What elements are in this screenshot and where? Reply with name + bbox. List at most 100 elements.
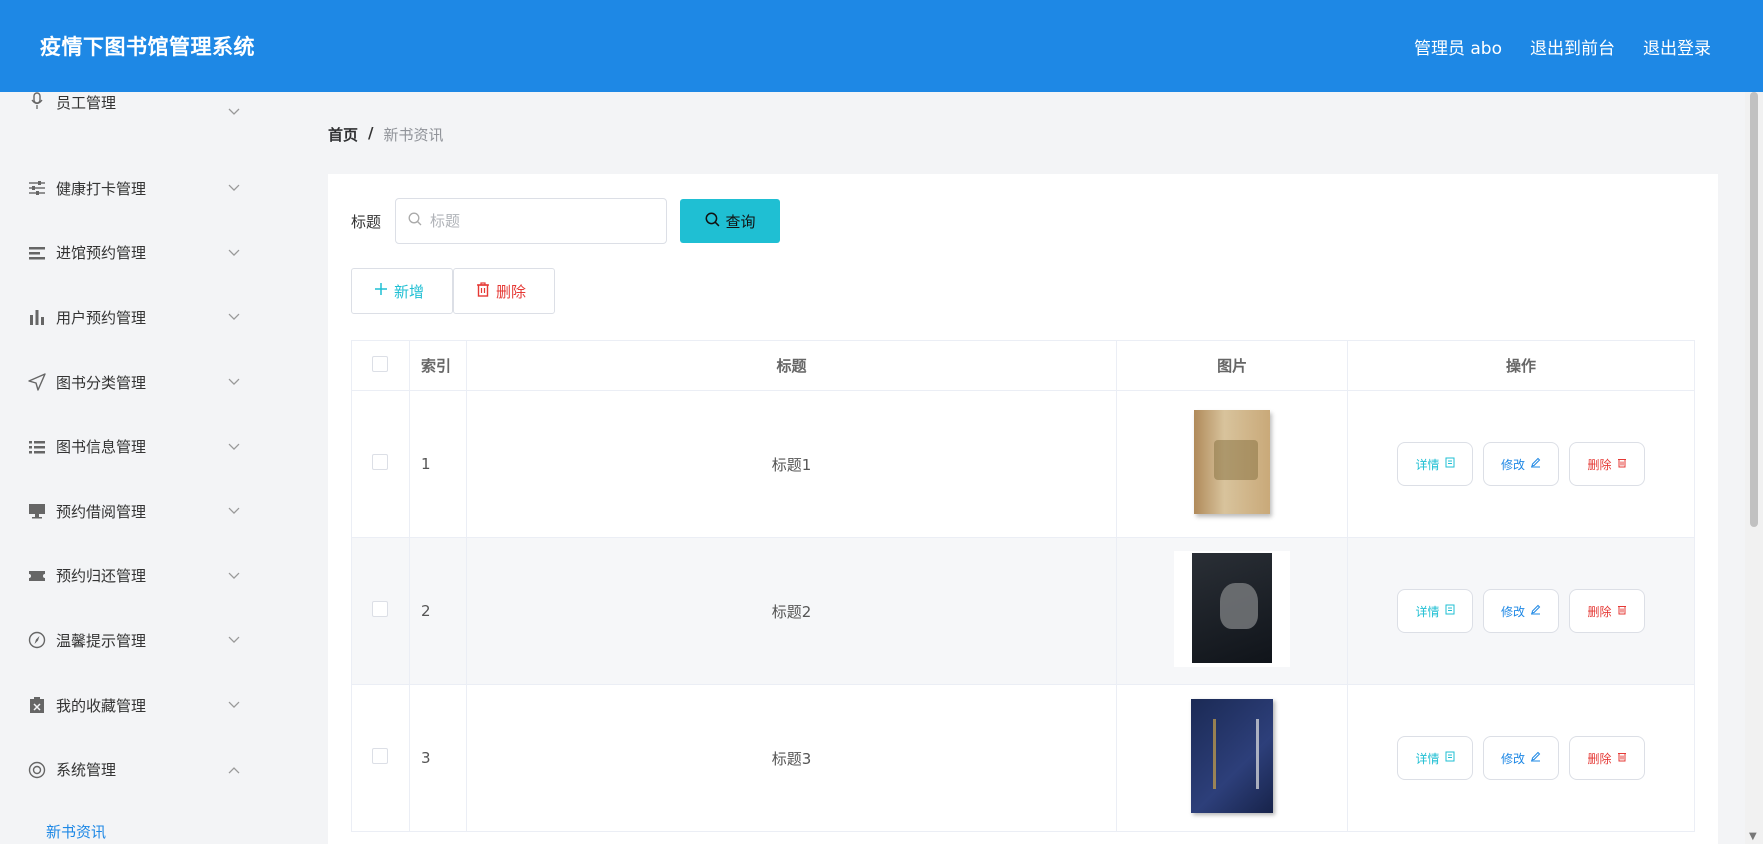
query-button[interactable]: 查询 xyxy=(680,199,781,243)
row-image-cell xyxy=(1116,390,1349,538)
sidebar-item-label: 预约归还管理 xyxy=(56,567,147,586)
bar-chart-icon xyxy=(28,308,46,326)
chevron-down-icon xyxy=(228,178,240,196)
logout-link[interactable]: 退出登录 xyxy=(1643,34,1711,59)
sidebar-item-borrow-reservation[interactable]: 预约借阅管理 xyxy=(0,479,300,544)
query-button-label: 查询 xyxy=(725,213,756,231)
row-index: 2 xyxy=(408,537,467,685)
row-ops-cell: 详情 修改 删除 xyxy=(1347,390,1695,538)
sidebar-item-return-reservation[interactable]: 预约归还管理 xyxy=(0,544,300,609)
app-title: 疫情下图书馆管理系统 xyxy=(40,35,255,59)
search-form: 标题 查询 xyxy=(351,198,781,244)
detail-label: 详情 xyxy=(1415,604,1440,619)
action-bar: 新增 删除 xyxy=(351,268,555,314)
breadcrumb-home[interactable]: 首页 xyxy=(328,124,358,145)
chevron-down-icon xyxy=(228,437,240,455)
list-ordered-icon xyxy=(28,438,46,456)
row-title: 标题1 xyxy=(465,390,1118,538)
chevron-down-icon xyxy=(228,243,240,261)
scroll-down-arrow-icon[interactable]: ▼ xyxy=(1749,831,1757,842)
delete-label: 删除 xyxy=(1587,457,1612,472)
sidebar-item-label: 员工管理 xyxy=(56,94,117,112)
sidebar-item-health-checkin[interactable]: 健康打卡管理 xyxy=(0,156,300,221)
monitor-icon xyxy=(28,502,46,520)
detail-button[interactable]: 详情 xyxy=(1397,589,1474,633)
chevron-down-icon xyxy=(228,372,240,390)
sidebar-item-label: 图书信息管理 xyxy=(56,438,147,457)
current-user[interactable]: 管理员 abo xyxy=(1414,34,1502,59)
sidebar-item-visit-reservation[interactable]: 进馆预约管理 xyxy=(0,221,300,286)
exit-to-front-link[interactable]: 退出到前台 xyxy=(1530,34,1615,59)
edit-button[interactable]: 修改 xyxy=(1483,589,1560,633)
search-field[interactable] xyxy=(395,198,668,244)
chevron-down-icon xyxy=(228,631,240,649)
lifebuoy-icon xyxy=(28,761,46,779)
table-header-row: 索引 标题 图片 操作 xyxy=(351,340,1695,391)
document-icon xyxy=(1445,457,1455,471)
search-input[interactable] xyxy=(430,212,651,230)
breadcrumb-separator: / xyxy=(368,124,374,142)
row-checkbox[interactable] xyxy=(372,748,389,764)
compass-icon xyxy=(28,631,46,649)
select-all-cell xyxy=(351,340,410,391)
main-content: 首页 / 新书资讯 标题 查询 xyxy=(300,92,1745,844)
edit-label: 修改 xyxy=(1501,751,1526,766)
table-row: 1 标题1 详情 修改 删除 xyxy=(351,390,1695,538)
sidebar-item-book-category[interactable]: 图书分类管理 xyxy=(0,350,300,415)
list-icon xyxy=(28,244,46,262)
breadcrumb: 首页 / 新书资讯 xyxy=(328,124,444,145)
row-index: 3 xyxy=(408,684,467,832)
add-button[interactable]: 新增 xyxy=(351,268,453,314)
pencil-icon xyxy=(1530,604,1541,618)
content-card: 标题 查询 新增 xyxy=(328,174,1718,844)
vertical-scrollbar[interactable]: ▼ xyxy=(1745,92,1763,844)
top-header: 疫情下图书馆管理系统 管理员 abo 退出到前台 退出登录 xyxy=(0,0,1763,92)
chevron-down-icon xyxy=(228,695,240,713)
chevron-down-icon xyxy=(228,308,240,326)
detail-button[interactable]: 详情 xyxy=(1397,736,1474,780)
sidebar-subitem-new-books[interactable]: 新书资讯 xyxy=(0,802,300,844)
add-button-label: 新增 xyxy=(394,283,425,301)
delete-button-label: 删除 xyxy=(496,283,527,301)
plus-icon xyxy=(374,282,388,300)
header-image: 图片 xyxy=(1116,340,1349,391)
header-index: 索引 xyxy=(408,340,467,391)
edit-button[interactable]: 修改 xyxy=(1483,442,1560,486)
select-all-checkbox[interactable] xyxy=(372,355,389,372)
row-image-cell xyxy=(1116,684,1349,832)
sidebar-item-favorites[interactable]: 我的收藏管理 xyxy=(0,673,300,738)
clipboard-icon xyxy=(28,696,46,714)
detail-button[interactable]: 详情 xyxy=(1397,442,1474,486)
row-title: 标题2 xyxy=(465,537,1118,685)
row-delete-button[interactable]: 删除 xyxy=(1569,589,1646,633)
search-icon xyxy=(705,212,720,231)
row-delete-button[interactable]: 删除 xyxy=(1569,442,1646,486)
detail-label: 详情 xyxy=(1415,751,1440,766)
sidebar-item-system[interactable]: 系统管理 xyxy=(0,737,300,802)
row-checkbox[interactable] xyxy=(372,454,389,470)
sidebar-item-label: 健康打卡管理 xyxy=(56,179,147,198)
delete-label: 删除 xyxy=(1587,751,1612,766)
sidebar-item-label: 用户预约管理 xyxy=(56,308,147,327)
trash-icon xyxy=(1617,751,1627,765)
sidebar-item-label: 图书分类管理 xyxy=(56,373,147,392)
sidebar-item-user-reservation[interactable]: 用户预约管理 xyxy=(0,285,300,350)
sidebar-item-tips[interactable]: 温馨提示管理 xyxy=(0,608,300,673)
row-checkbox[interactable] xyxy=(372,601,389,617)
scrollbar-thumb[interactable] xyxy=(1750,92,1758,527)
row-checkbox-cell xyxy=(351,537,410,685)
sidebar-item-book-info[interactable]: 图书信息管理 xyxy=(0,414,300,479)
sidebar: 员工管理 健康打卡管理 进馆预约管理 用户预约管理 图书分类管理 图书信息管理 … xyxy=(0,92,300,844)
batch-delete-button[interactable]: 删除 xyxy=(453,268,555,314)
row-ops-cell: 详情 修改 删除 xyxy=(1347,684,1695,832)
book-cover-image xyxy=(1194,410,1271,514)
delete-label: 删除 xyxy=(1587,604,1612,619)
sidebar-item-staff[interactable]: 员工管理 xyxy=(0,92,300,126)
table-row: 3 标题3 详情 修改 删除 xyxy=(351,684,1695,832)
search-label: 标题 xyxy=(351,212,382,231)
row-delete-button[interactable]: 删除 xyxy=(1569,736,1646,780)
chevron-down-icon xyxy=(228,566,240,584)
trash-icon xyxy=(1617,457,1627,471)
header-actions: 管理员 abo 退出到前台 退出登录 xyxy=(1414,34,1711,59)
edit-button[interactable]: 修改 xyxy=(1483,736,1560,780)
